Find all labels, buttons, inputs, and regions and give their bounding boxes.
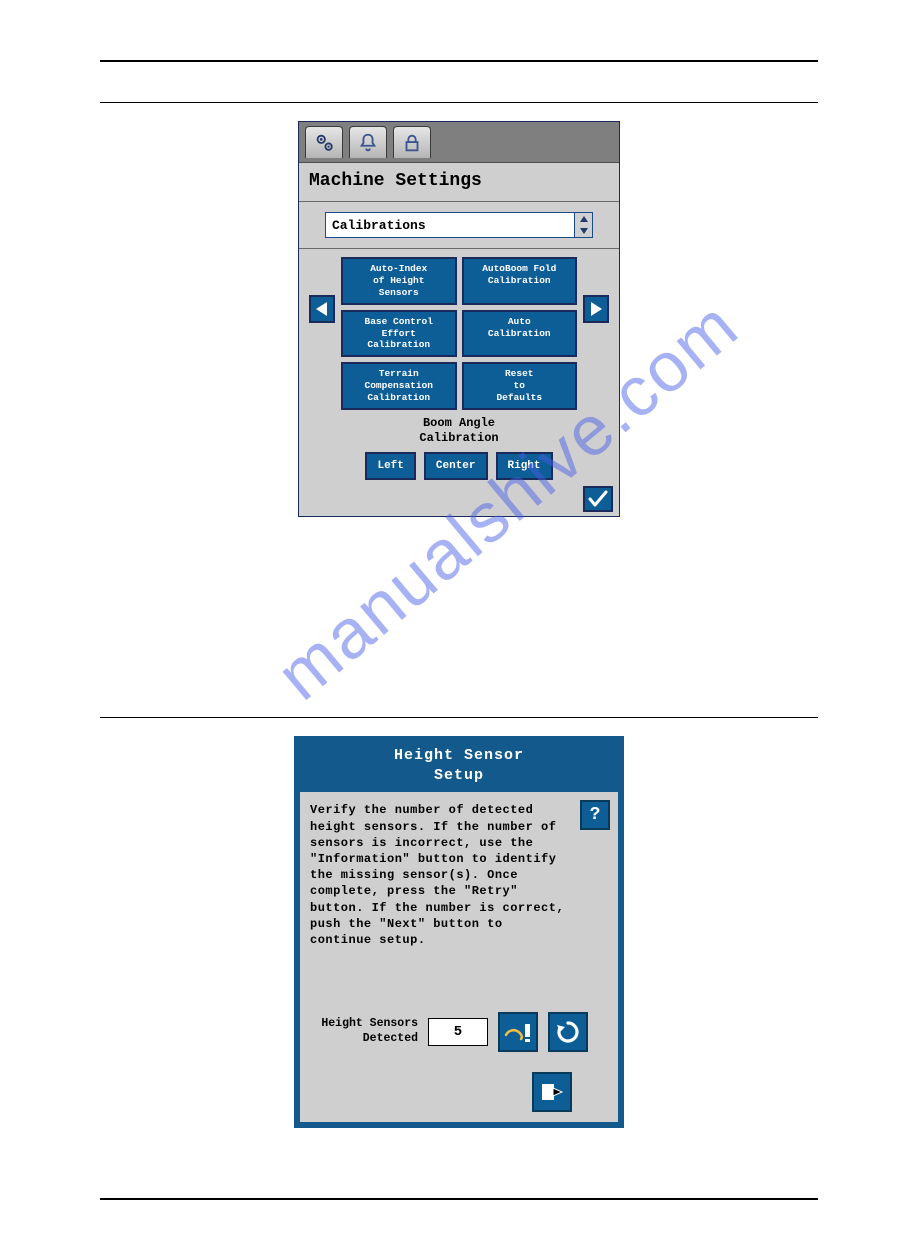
information-button[interactable]: [498, 1012, 538, 1052]
boom-left-button[interactable]: Left: [365, 452, 415, 480]
boom-angle-row: Left Center Right: [299, 452, 619, 486]
dialog-title: Height SensorSetup: [300, 742, 618, 793]
settings-tab[interactable]: [305, 126, 343, 158]
auto-calibration-button[interactable]: AutoCalibration: [462, 310, 578, 358]
toolbar: [299, 122, 619, 163]
base-control-effort-cal-button[interactable]: Base ControlEffortCalibration: [341, 310, 457, 358]
lock-tab[interactable]: [393, 126, 431, 158]
top-divider: [100, 60, 818, 62]
calibration-grid: Auto-Indexof HeightSensors AutoBoom Fold…: [341, 257, 577, 410]
section-divider: [100, 102, 818, 103]
bottom-divider: [100, 1198, 818, 1200]
next-button[interactable]: [532, 1072, 572, 1112]
section-divider: [100, 717, 818, 718]
gears-icon: [313, 132, 335, 154]
lock-icon: [401, 132, 423, 154]
retry-button[interactable]: [548, 1012, 588, 1052]
triangle-right-icon: [590, 302, 602, 316]
dropdown-value: Calibrations: [332, 218, 426, 233]
alerts-tab[interactable]: [349, 126, 387, 158]
sensors-detected-label: Height SensorsDetected: [310, 1017, 418, 1047]
auto-index-sensors-button[interactable]: Auto-Indexof HeightSensors: [341, 257, 457, 305]
sensors-detected-value: 5: [428, 1018, 488, 1046]
calibrations-dropdown[interactable]: Calibrations: [325, 212, 593, 238]
terrain-comp-cal-button[interactable]: TerrainCompensationCalibration: [341, 362, 457, 410]
boom-right-button[interactable]: Right: [496, 452, 553, 480]
retry-icon: [555, 1019, 581, 1045]
info-icon: [503, 1021, 533, 1043]
sensors-detected-row: Height SensorsDetected 5: [310, 1012, 608, 1052]
height-sensor-setup-window: Height SensorSetup ? Verify the number o…: [294, 736, 624, 1129]
dropdown-arrows-icon: [574, 213, 592, 237]
instructions-text: Verify the number of detected height sen…: [310, 802, 608, 948]
triangle-left-icon: [316, 302, 328, 316]
checkmark-icon: [588, 490, 608, 508]
boom-center-button[interactable]: Center: [424, 452, 488, 480]
boom-angle-label: Boom AngleCalibration: [299, 416, 619, 446]
reset-defaults-button[interactable]: ResettoDefaults: [462, 362, 578, 410]
next-page-button[interactable]: [583, 295, 609, 323]
autoboom-fold-cal-button[interactable]: AutoBoom FoldCalibration: [462, 257, 578, 305]
page-title: Machine Settings: [299, 163, 619, 202]
machine-settings-window: Machine Settings Calibrations Auto-Index…: [298, 121, 620, 517]
help-button[interactable]: ?: [580, 800, 610, 830]
next-icon: [539, 1080, 565, 1104]
bell-icon: [357, 132, 379, 154]
confirm-button[interactable]: [583, 486, 613, 512]
prev-page-button[interactable]: [309, 295, 335, 323]
